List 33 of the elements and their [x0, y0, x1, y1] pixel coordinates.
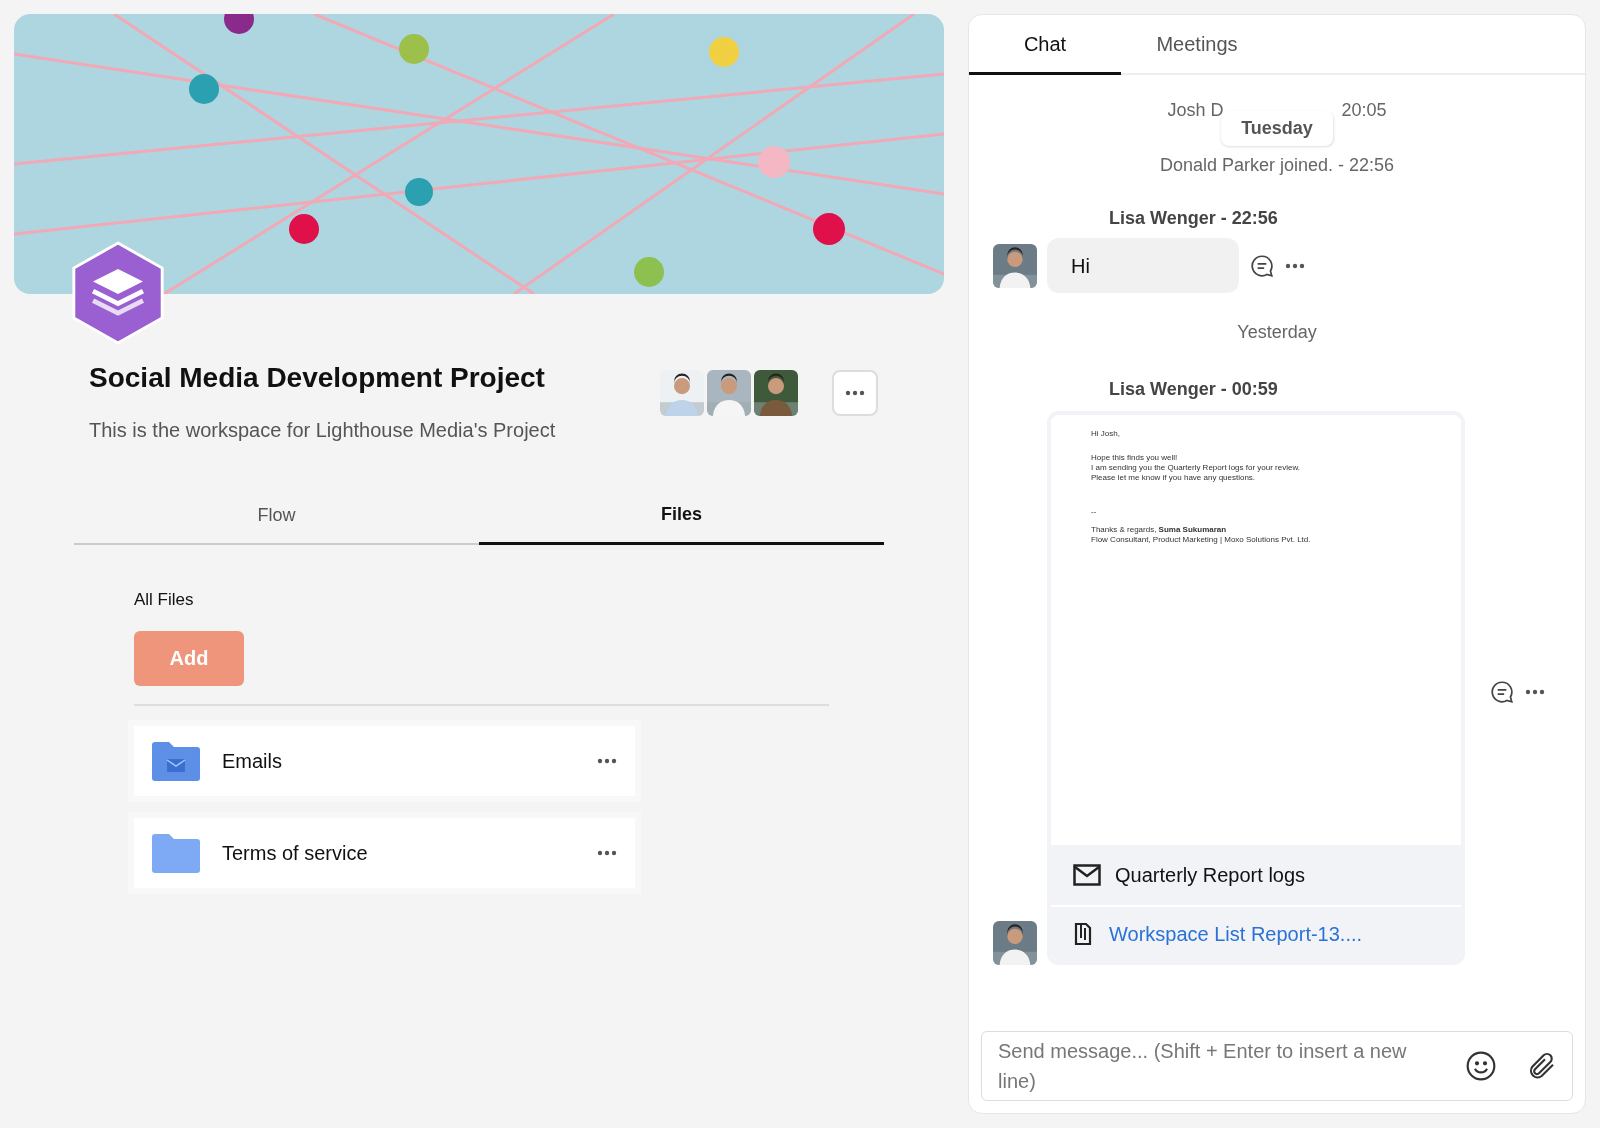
section-heading: All Files [134, 589, 195, 611]
comment-icon[interactable] [1489, 679, 1515, 705]
join-event: Donald Parker joined. - 22:56 [1159, 154, 1395, 177]
file-row[interactable]: Terms of service [128, 811, 641, 894]
more-icon[interactable] [597, 757, 617, 764]
tab[interactable]: Files [479, 487, 884, 545]
file-name: Terms of service [222, 840, 369, 866]
project-description: This is the workspace for Lighthouse Media's Project [89, 418, 557, 443]
file-name: Emails [222, 748, 283, 774]
join-event: Josh D [1167, 99, 1224, 122]
more-icon[interactable] [845, 390, 865, 396]
message-bubble: Hi [1047, 238, 1239, 293]
tab[interactable]: Flow [74, 487, 479, 545]
mail-folder-icon [152, 740, 200, 781]
more-icon[interactable] [597, 849, 617, 856]
comment-icon[interactable] [1249, 252, 1275, 279]
more-icon[interactable] [1285, 262, 1305, 269]
tab[interactable]: Meetings [1121, 15, 1273, 75]
tab[interactable]: Chat [969, 15, 1121, 75]
join-event: 20:05 [1341, 99, 1387, 122]
email-subject: Quarterly Report logs [1115, 863, 1306, 888]
logo-icon [70, 240, 166, 346]
emoji-icon[interactable] [1465, 1050, 1497, 1082]
mail-icon [1073, 864, 1101, 886]
folder-icon [152, 832, 200, 873]
attachment-file-icon [1073, 922, 1093, 946]
message-sender: Lisa Wenger - 22:56 [1109, 207, 1279, 230]
date-divider: Yesterday [1236, 321, 1318, 344]
more-icon[interactable] [1525, 689, 1545, 695]
project-title: Social Media Development Project [89, 361, 546, 395]
message-input[interactable]: Send message... (Shift + Enter to insert a new line) [981, 1031, 1573, 1101]
file-row[interactable]: Emails [128, 719, 641, 802]
message-sender: Lisa Wenger - 00:59 [1109, 378, 1279, 401]
